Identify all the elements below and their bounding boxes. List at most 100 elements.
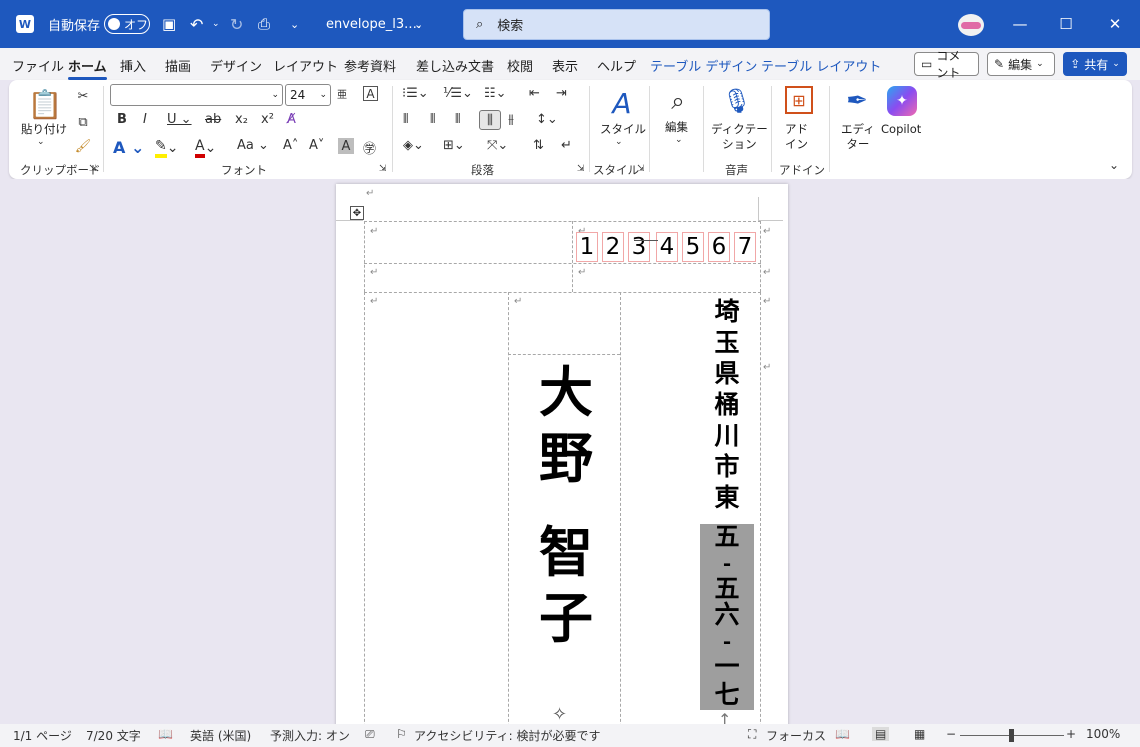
tab-view[interactable]: 表示 xyxy=(552,56,578,75)
address-char[interactable]: 県 xyxy=(702,358,752,389)
tab-draw[interactable]: 描画 xyxy=(165,56,191,75)
editing-dropdown-icon[interactable]: ⌄ xyxy=(675,135,683,145)
web-layout-icon[interactable]: ▦ xyxy=(914,727,925,741)
find-icon[interactable]: ⌕ xyxy=(661,84,695,118)
sort-icon[interactable]: ⇅ xyxy=(533,138,544,153)
distributed-icon[interactable]: ⫵ xyxy=(508,112,514,127)
justify-icon[interactable]: ⫼ xyxy=(479,110,501,130)
address-char[interactable]: 桶 xyxy=(702,389,752,420)
undo-icon[interactable]: ↶ xyxy=(190,0,203,48)
address-char[interactable]: 川 xyxy=(702,420,752,451)
print-preview-icon[interactable]: ⎙ xyxy=(258,0,270,48)
show-marks-icon[interactable]: ↵ xyxy=(561,138,572,153)
phonetic-guide-icon[interactable]: 亜 xyxy=(337,86,347,101)
clear-format-icon[interactable]: A̸ xyxy=(287,112,296,127)
tab-mailings[interactable]: 差し込み文書 xyxy=(416,56,494,75)
styles-label[interactable]: スタイル xyxy=(600,122,646,137)
borders-icon[interactable]: ⊞⌄ xyxy=(443,138,465,153)
paste-dropdown-icon[interactable]: ⌄ xyxy=(37,137,45,147)
zip-digit-box[interactable]: 1 xyxy=(576,232,598,262)
customize-qat-icon[interactable]: ⌄ xyxy=(290,0,299,48)
tab-home[interactable]: ホーム xyxy=(68,56,107,80)
align-right-icon[interactable]: ⫴ xyxy=(455,112,460,127)
styles-dropdown-icon[interactable]: ⌄ xyxy=(615,137,623,147)
focus-icon[interactable]: ⛶ xyxy=(748,727,756,742)
subscript-icon[interactable]: x₂ xyxy=(235,112,248,127)
address-number-char[interactable]: - xyxy=(702,550,752,576)
autosave-toggle[interactable]: オフ xyxy=(104,0,150,48)
tab-layout[interactable]: レイアウト xyxy=(273,56,338,75)
text-effects-icon[interactable]: A ⌄ xyxy=(113,138,144,157)
search-box[interactable]: ⌕ 検索 xyxy=(463,9,770,40)
focus-label[interactable]: フォーカス xyxy=(766,727,826,744)
save-icon[interactable]: ▣ xyxy=(162,0,176,48)
multilevel-list-icon[interactable]: ☷⌄ xyxy=(484,86,507,101)
address-char[interactable]: 市 xyxy=(702,451,752,482)
char-shading-icon[interactable]: A xyxy=(338,138,354,154)
strikethrough-icon[interactable]: ab xyxy=(205,112,221,127)
address-number-char[interactable]: 一 xyxy=(702,654,752,680)
tab-table-layout[interactable]: テーブル レイアウト xyxy=(761,56,881,75)
font-name-combo[interactable]: ⌄ xyxy=(110,84,283,106)
macro-icon[interactable]: ⎚ xyxy=(365,727,375,742)
document-name[interactable]: envelope_l3.… xyxy=(326,0,421,48)
address-number-char[interactable]: - xyxy=(702,628,752,654)
tab-insert[interactable]: 挿入 xyxy=(120,56,146,75)
zip-digit-box[interactable]: 5 xyxy=(682,232,704,262)
numbering-icon[interactable]: ⅟☰⌄ xyxy=(443,86,473,101)
tab-help[interactable]: ヘルプ xyxy=(597,56,636,75)
shading-icon[interactable]: ◈⌄ xyxy=(403,138,424,153)
comment-button[interactable]: ▭ コメント xyxy=(914,49,979,80)
predictive-text[interactable]: 予測入力: オン xyxy=(270,727,350,744)
asian-layout-icon[interactable]: ⤧⌄ xyxy=(487,138,508,153)
styles-icon[interactable]: A xyxy=(605,86,639,120)
paste-icon[interactable]: 📋 xyxy=(27,86,63,122)
underline-icon[interactable]: U ⌄ xyxy=(167,112,192,127)
address-number-char[interactable]: 五 xyxy=(702,576,752,602)
accessibility-status[interactable]: アクセシビリティ: 検討が必要です xyxy=(414,727,601,744)
word-count[interactable]: 7/20 文字 xyxy=(86,727,141,744)
address-number-char[interactable]: 六 xyxy=(702,602,752,628)
shrink-font-icon[interactable]: A˅ xyxy=(309,138,324,153)
editor-label[interactable]: エディ ター xyxy=(841,122,875,152)
microphone-icon[interactable]: 🎙 xyxy=(722,84,752,118)
font-launcher-icon[interactable]: ⇲ xyxy=(379,164,387,174)
addins-label[interactable]: アド イン xyxy=(785,122,808,152)
maximize-icon[interactable]: ☐ xyxy=(1043,0,1089,48)
avatar[interactable] xyxy=(958,14,984,36)
align-left-icon[interactable]: ⫴ xyxy=(403,112,408,127)
char-border-icon[interactable]: A xyxy=(363,86,378,101)
paste-label[interactable]: 貼り付け xyxy=(21,122,67,137)
close-icon[interactable]: ✕ xyxy=(1092,0,1138,48)
address-char[interactable]: 玉 xyxy=(702,327,752,358)
recipient-name-char[interactable]: 野 xyxy=(536,425,596,491)
recipient-name-char[interactable]: 子 xyxy=(536,585,596,651)
format-painter-icon[interactable]: 🖌 xyxy=(73,136,93,156)
recipient-name-char[interactable]: 大 xyxy=(536,359,596,425)
copilot-icon[interactable]: ✦ xyxy=(887,86,917,116)
address-char[interactable]: 埼 xyxy=(702,296,752,327)
table-move-handle-icon[interactable]: ✥ xyxy=(350,206,364,220)
bold-icon[interactable]: B xyxy=(117,112,127,127)
highlight-icon[interactable]: ✎ ⌄ xyxy=(155,138,178,158)
accessibility-icon[interactable]: ⚐ xyxy=(396,727,407,741)
proofing-icon[interactable]: 📖 xyxy=(158,727,173,741)
editor-icon[interactable]: ✒ xyxy=(841,84,873,118)
page-count[interactable]: 1/1 ページ xyxy=(13,727,72,744)
tab-file[interactable]: ファイル xyxy=(12,56,64,75)
grow-font-icon[interactable]: A˄ xyxy=(283,138,298,153)
styles-launcher-icon[interactable]: ⇲ xyxy=(637,164,645,174)
increase-indent-icon[interactable]: ⇥ xyxy=(556,86,567,101)
copilot-label[interactable]: Copilot xyxy=(881,122,921,137)
zip-digit-box[interactable]: 3 xyxy=(628,232,650,262)
tab-design[interactable]: デザイン xyxy=(210,56,262,75)
share-button[interactable]: ⇪ 共有 ⌄ xyxy=(1063,52,1127,76)
tab-table-design[interactable]: テーブル デザイン xyxy=(650,56,757,75)
zoom-out-icon[interactable]: − xyxy=(946,727,956,741)
tab-review[interactable]: 校閲 xyxy=(507,56,533,75)
align-center-icon[interactable]: ⫴ xyxy=(430,112,435,127)
address-number-char[interactable]: 五 xyxy=(702,524,752,550)
zoom-slider-thumb[interactable] xyxy=(1009,729,1014,742)
edit-mode-button[interactable]: ✎ 編集 ⌄ xyxy=(987,52,1055,76)
clipboard-launcher-icon[interactable]: ⇲ xyxy=(89,164,97,174)
